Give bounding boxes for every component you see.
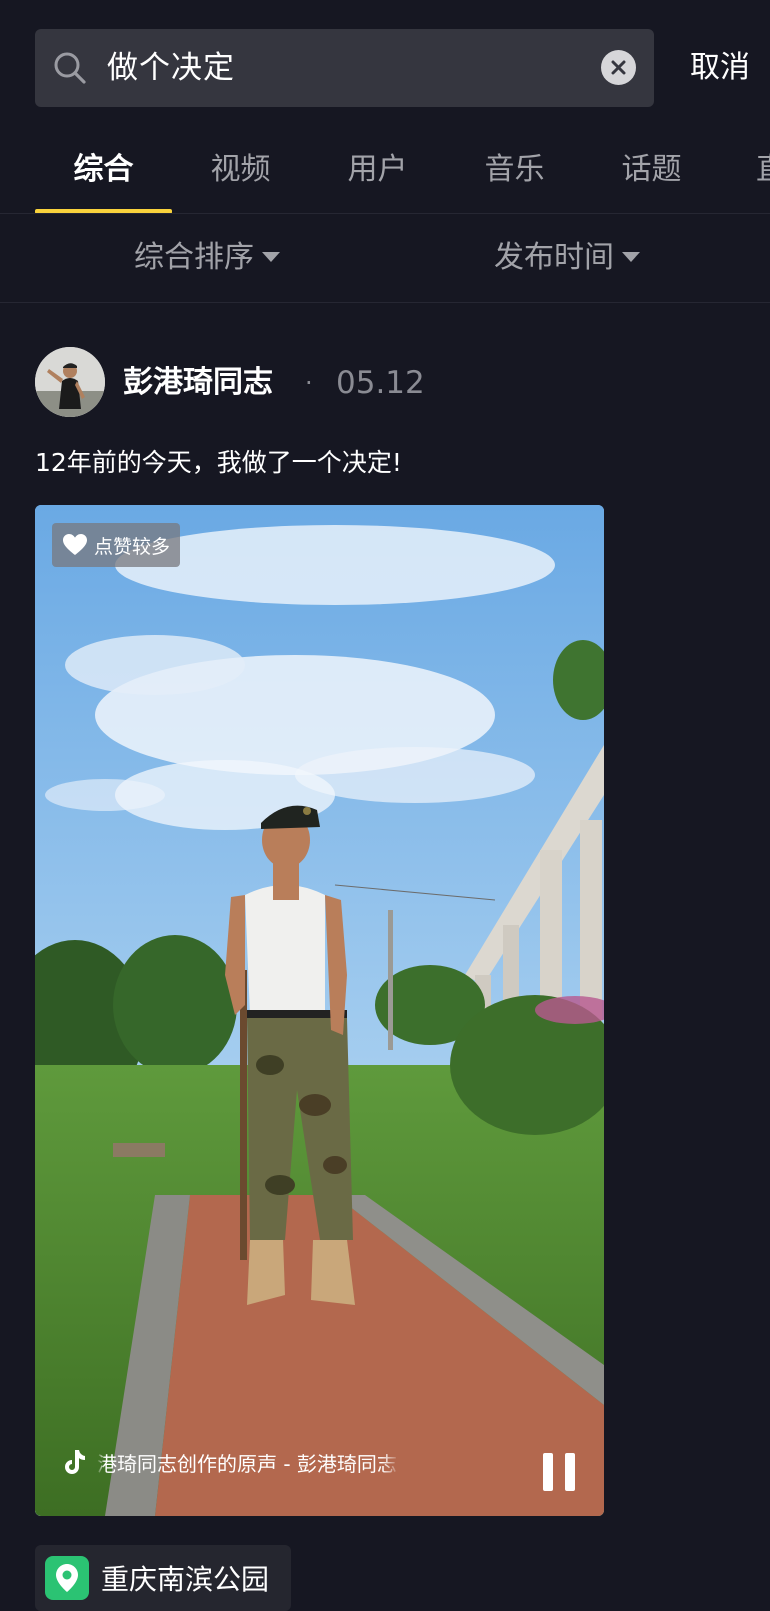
clear-search-button[interactable] <box>601 50 636 85</box>
post-caption[interactable]: 12年前的今天，我做了一个决定! <box>35 441 402 485</box>
close-icon <box>611 60 626 75</box>
search-input[interactable]: 做个决定 <box>107 29 235 107</box>
tab-music[interactable]: 音乐 <box>446 130 583 214</box>
post-date: 05.12 <box>336 365 425 401</box>
tab-comprehensive[interactable]: 综合 <box>35 130 172 214</box>
video-frame <box>35 505 604 1516</box>
search-results-page: 做个决定 取消 综合 视频 用户 音乐 话题 直 综合排序 发布时间 <box>0 0 770 1611</box>
author-name[interactable]: 彭港琦同志 <box>123 358 273 408</box>
popular-badge-label: 点赞较多 <box>94 535 171 558</box>
cancel-button[interactable]: 取消 <box>690 29 750 107</box>
sort-order-label: 综合排序 <box>134 240 254 275</box>
location-name: 重庆南滨公园 <box>101 1563 270 1596</box>
pause-button[interactable] <box>543 1453 577 1491</box>
divider <box>0 302 770 303</box>
avatar-image <box>35 347 105 417</box>
tab-users[interactable]: 用户 <box>309 130 446 214</box>
tab-live[interactable]: 直 <box>756 130 770 214</box>
music-title: 港琦同志创作的原声 - 彭港琦同志 <box>97 1451 397 1476</box>
publish-time-dropdown[interactable]: 发布时间 <box>494 214 640 302</box>
tab-video[interactable]: 视频 <box>172 130 309 214</box>
location-pin-icon <box>45 1556 89 1600</box>
filter-row: 综合排序 发布时间 <box>0 214 770 302</box>
caret-down-icon <box>622 251 640 262</box>
heart-icon <box>63 534 87 555</box>
tab-bar: 综合 视频 用户 音乐 话题 直 <box>0 130 770 214</box>
location-tag[interactable]: 重庆南滨公园 <box>35 1545 292 1611</box>
music-row[interactable]: 港琦同志创作的原声 - 彭港琦同志 <box>61 1440 400 1484</box>
search-icon <box>54 52 86 84</box>
search-bar[interactable]: 做个决定 <box>35 29 654 107</box>
tiktok-note-icon <box>65 1450 85 1474</box>
caret-down-icon <box>262 251 280 262</box>
popular-badge: 点赞较多 <box>52 523 181 567</box>
tab-topics[interactable]: 话题 <box>583 130 720 214</box>
separator-dot: · <box>305 369 313 397</box>
sort-order-dropdown[interactable]: 综合排序 <box>134 214 280 302</box>
publish-time-label: 发布时间 <box>494 240 614 275</box>
video-player[interactable]: 点赞较多 港琦同志创作的原声 - 彭港琦同志 <box>35 505 604 1516</box>
pause-icon <box>543 1453 553 1491</box>
avatar[interactable] <box>35 347 105 417</box>
